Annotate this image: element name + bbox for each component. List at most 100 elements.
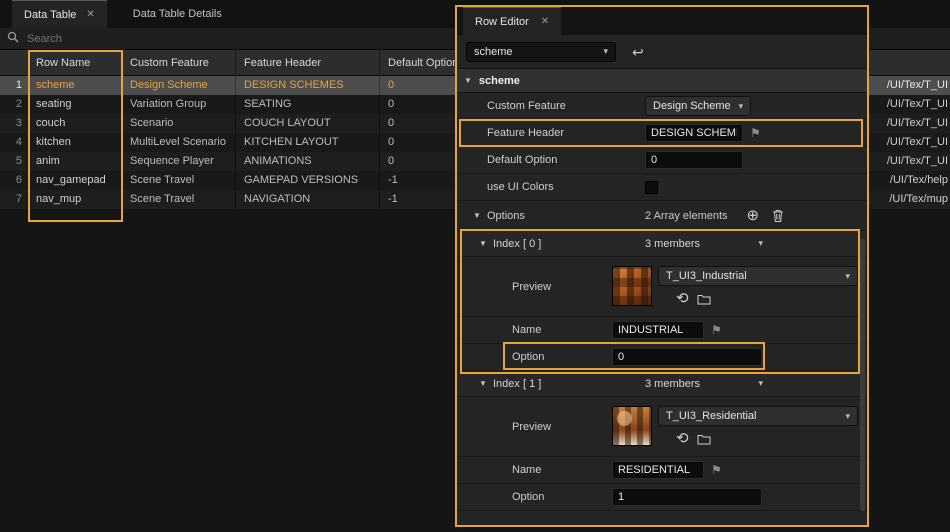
cell-feature-header: NAVIGATION — [236, 190, 380, 209]
row-number: 6 — [0, 171, 28, 190]
cell-feature-header: ANIMATIONS — [236, 152, 380, 171]
property-row-preview-0: Preview T_UI3_Industrial ▾ ⟲ — [457, 257, 867, 317]
tab-data-table-details-label: Data Table Details — [133, 8, 222, 20]
flag-icon[interactable]: ⚑ — [750, 126, 761, 140]
option-input[interactable] — [612, 488, 762, 506]
property-row-option-0: Option — [457, 344, 867, 371]
row-number: 4 — [0, 133, 28, 152]
flag-icon[interactable]: ⚑ — [711, 463, 722, 477]
property-row-preview-1: Preview T_UI3_Residential ▾ ⟲ — [457, 397, 867, 457]
row-number: 2 — [0, 95, 28, 114]
expander-icon[interactable]: ▼ — [479, 379, 487, 388]
panel-filler — [457, 511, 867, 525]
members-label: 3 members — [645, 238, 700, 250]
use-ui-colors-checkbox[interactable] — [645, 181, 658, 194]
feature-header-input[interactable] — [645, 124, 743, 142]
array-item-header-1[interactable]: ▼ Index [ 1 ] 3 members ▾ — [457, 371, 867, 397]
expander-icon[interactable]: ▼ — [479, 239, 487, 248]
property-row-name-0: Name ⚑ — [457, 317, 867, 344]
tab-row-editor[interactable]: Row Editor ✕ — [463, 7, 561, 35]
chevron-down-icon: ▾ — [845, 271, 850, 282]
asset-thumbnail[interactable] — [612, 406, 652, 446]
chevron-down-icon: ▾ — [758, 378, 763, 389]
members-dropdown[interactable]: 3 members ▾ — [645, 378, 763, 390]
property-label: Default Option — [487, 147, 557, 173]
members-label: 3 members — [645, 378, 700, 390]
property-label: Options — [487, 201, 525, 230]
close-icon[interactable]: ✕ — [86, 9, 94, 20]
cell-row-name: nav_gamepad — [28, 171, 122, 190]
tab-data-table-label: Data Table — [24, 9, 76, 21]
scrollbar-thumb[interactable] — [860, 239, 865, 511]
use-selected-asset-icon[interactable]: ⟲ — [676, 291, 689, 306]
property-row-default-option: Default Option — [457, 147, 867, 174]
property-row-option-1: Option — [457, 484, 867, 511]
row-number: 5 — [0, 152, 28, 171]
name-input[interactable] — [612, 461, 704, 479]
cell-custom-feature: Variation Group — [122, 95, 236, 114]
property-row-feature-header: Feature Header ⚑ — [457, 120, 867, 147]
array-index-label: Index [ 1 ] — [493, 371, 541, 396]
cell-feature-header: SEATING — [236, 95, 380, 114]
column-header-feature-header[interactable]: Feature Header — [236, 50, 380, 76]
property-label: Preview — [512, 257, 551, 316]
column-header-row-name[interactable]: Row Name — [28, 50, 122, 76]
property-row-options: ▼ Options 2 Array elements ⊕ — [457, 201, 867, 231]
chevron-down-icon: ▾ — [603, 46, 608, 57]
property-label: use UI Colors — [487, 174, 554, 200]
array-item-header-0[interactable]: ▼ Index [ 0 ] 3 members ▾ — [457, 231, 867, 257]
cell-custom-feature: Design Scheme — [122, 76, 236, 95]
section-header-scheme[interactable]: ▼ scheme — [457, 69, 867, 93]
members-dropdown[interactable]: 3 members ▾ — [645, 238, 763, 250]
expander-icon[interactable]: ▼ — [464, 76, 472, 85]
cell-feature-header: GAMEPAD VERSIONS — [236, 171, 380, 190]
cell-row-name: seating — [28, 95, 122, 114]
tab-data-table-details[interactable]: Data Table Details — [107, 0, 248, 28]
chevron-down-icon: ▾ — [845, 411, 850, 422]
options-summary: 2 Array elements — [645, 210, 728, 222]
row-editor-panel: Row Editor ✕ scheme ▾ ↩ ▼ scheme Custom … — [455, 5, 869, 527]
trash-icon[interactable] — [771, 208, 785, 223]
cell-row-name: anim — [28, 152, 122, 171]
cell-row-name: scheme — [28, 76, 122, 95]
name-input[interactable] — [612, 321, 704, 339]
custom-feature-dropdown[interactable]: Design Scheme ▾ — [645, 96, 751, 116]
browse-to-asset-icon[interactable] — [697, 433, 711, 445]
array-index-label: Index [ 0 ] — [493, 231, 541, 256]
cell-row-name: nav_mup — [28, 190, 122, 209]
chevron-down-icon: ▾ — [739, 101, 744, 112]
flag-icon[interactable]: ⚑ — [711, 323, 722, 337]
default-option-input[interactable] — [645, 151, 743, 169]
cell-feature-header: KITCHEN LAYOUT — [236, 133, 380, 152]
property-label: Option — [512, 344, 544, 370]
cell-feature-header: DESIGN SCHEMES — [236, 76, 380, 95]
asset-dropdown[interactable]: T_UI3_Industrial ▾ — [658, 266, 858, 286]
row-number: 7 — [0, 190, 28, 209]
browse-to-asset-icon[interactable] — [697, 293, 711, 305]
row-selector-dropdown[interactable]: scheme ▾ — [466, 42, 616, 62]
undo-icon[interactable]: ↩ — [632, 45, 644, 59]
cell-custom-feature: Scene Travel — [122, 190, 236, 209]
property-row-name-1: Name ⚑ — [457, 457, 867, 484]
column-header-custom-feature[interactable]: Custom Feature — [122, 50, 236, 76]
add-element-icon[interactable]: ⊕ — [747, 208, 760, 223]
close-icon[interactable]: ✕ — [541, 16, 549, 27]
asset-thumbnail[interactable] — [612, 266, 652, 306]
row-editor-tabbar: Row Editor ✕ — [457, 7, 867, 35]
cell-row-name: kitchen — [28, 133, 122, 152]
option-input[interactable] — [612, 348, 762, 366]
property-label: Name — [512, 317, 541, 343]
expander-icon[interactable]: ▼ — [473, 211, 481, 220]
asset-dropdown[interactable]: T_UI3_Residential ▾ — [658, 406, 858, 426]
property-label: Feature Header — [487, 120, 564, 146]
property-label: Preview — [512, 397, 551, 456]
property-label: Custom Feature — [487, 93, 566, 119]
cell-feature-header: COUCH LAYOUT — [236, 114, 380, 133]
asset-name: T_UI3_Residential — [666, 410, 757, 422]
cell-custom-feature: Scene Travel — [122, 171, 236, 190]
asset-name: T_UI3_Industrial — [666, 270, 747, 282]
cell-custom-feature: MultiLevel Scenario — [122, 133, 236, 152]
tab-data-table[interactable]: Data Table ✕ — [12, 0, 107, 28]
use-selected-asset-icon[interactable]: ⟲ — [676, 431, 689, 446]
row-number: 1 — [0, 76, 28, 95]
